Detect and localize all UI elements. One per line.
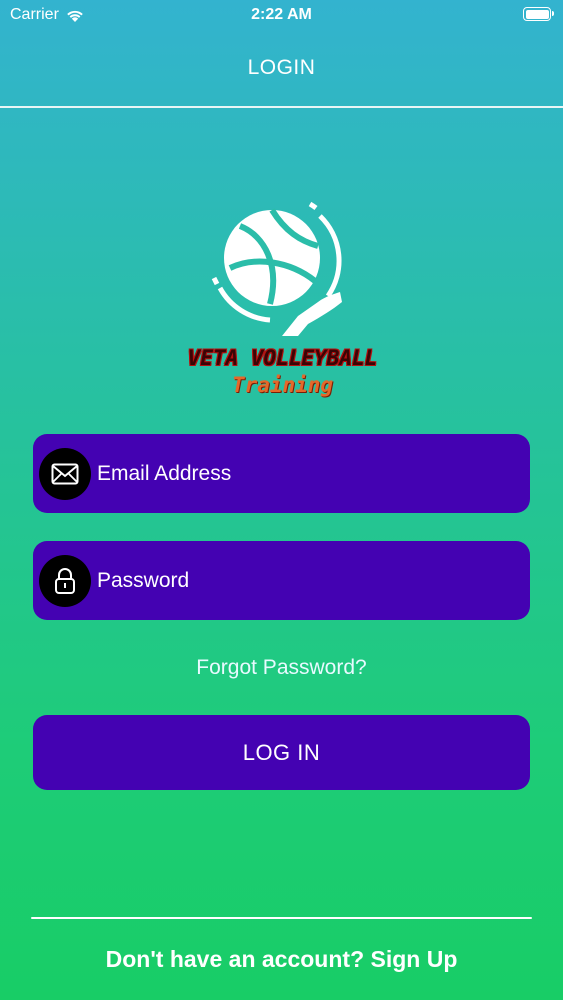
lock-icon — [39, 554, 91, 607]
envelope-icon — [39, 447, 91, 500]
password-field[interactable]: Password — [33, 541, 530, 620]
page-title: LOGIN — [247, 56, 316, 79]
footer-divider — [31, 917, 532, 919]
signup-link[interactable]: Don't have an account? Sign Up — [0, 946, 563, 973]
battery-icon — [523, 7, 554, 21]
volleyball-hand-icon — [211, 201, 342, 336]
status-bar: Carrier 2:22 AM — [0, 0, 563, 30]
carrier-label: Carrier — [10, 6, 59, 23]
brand-subtitle: Training — [231, 373, 334, 397]
email-placeholder: Email Address — [97, 461, 232, 485]
brand-title: VETA VOLLEYBALL — [187, 346, 378, 370]
wifi-icon — [67, 10, 83, 22]
email-field[interactable]: Email Address — [33, 434, 530, 513]
carrier-info: Carrier — [10, 6, 85, 24]
app-logo: VETA VOLLEYBALL Training — [160, 196, 405, 406]
forgot-password-link[interactable]: Forgot Password? — [0, 656, 563, 680]
nav-divider — [0, 106, 563, 108]
password-placeholder: Password — [97, 568, 190, 592]
login-button[interactable]: LOG IN — [33, 715, 530, 790]
